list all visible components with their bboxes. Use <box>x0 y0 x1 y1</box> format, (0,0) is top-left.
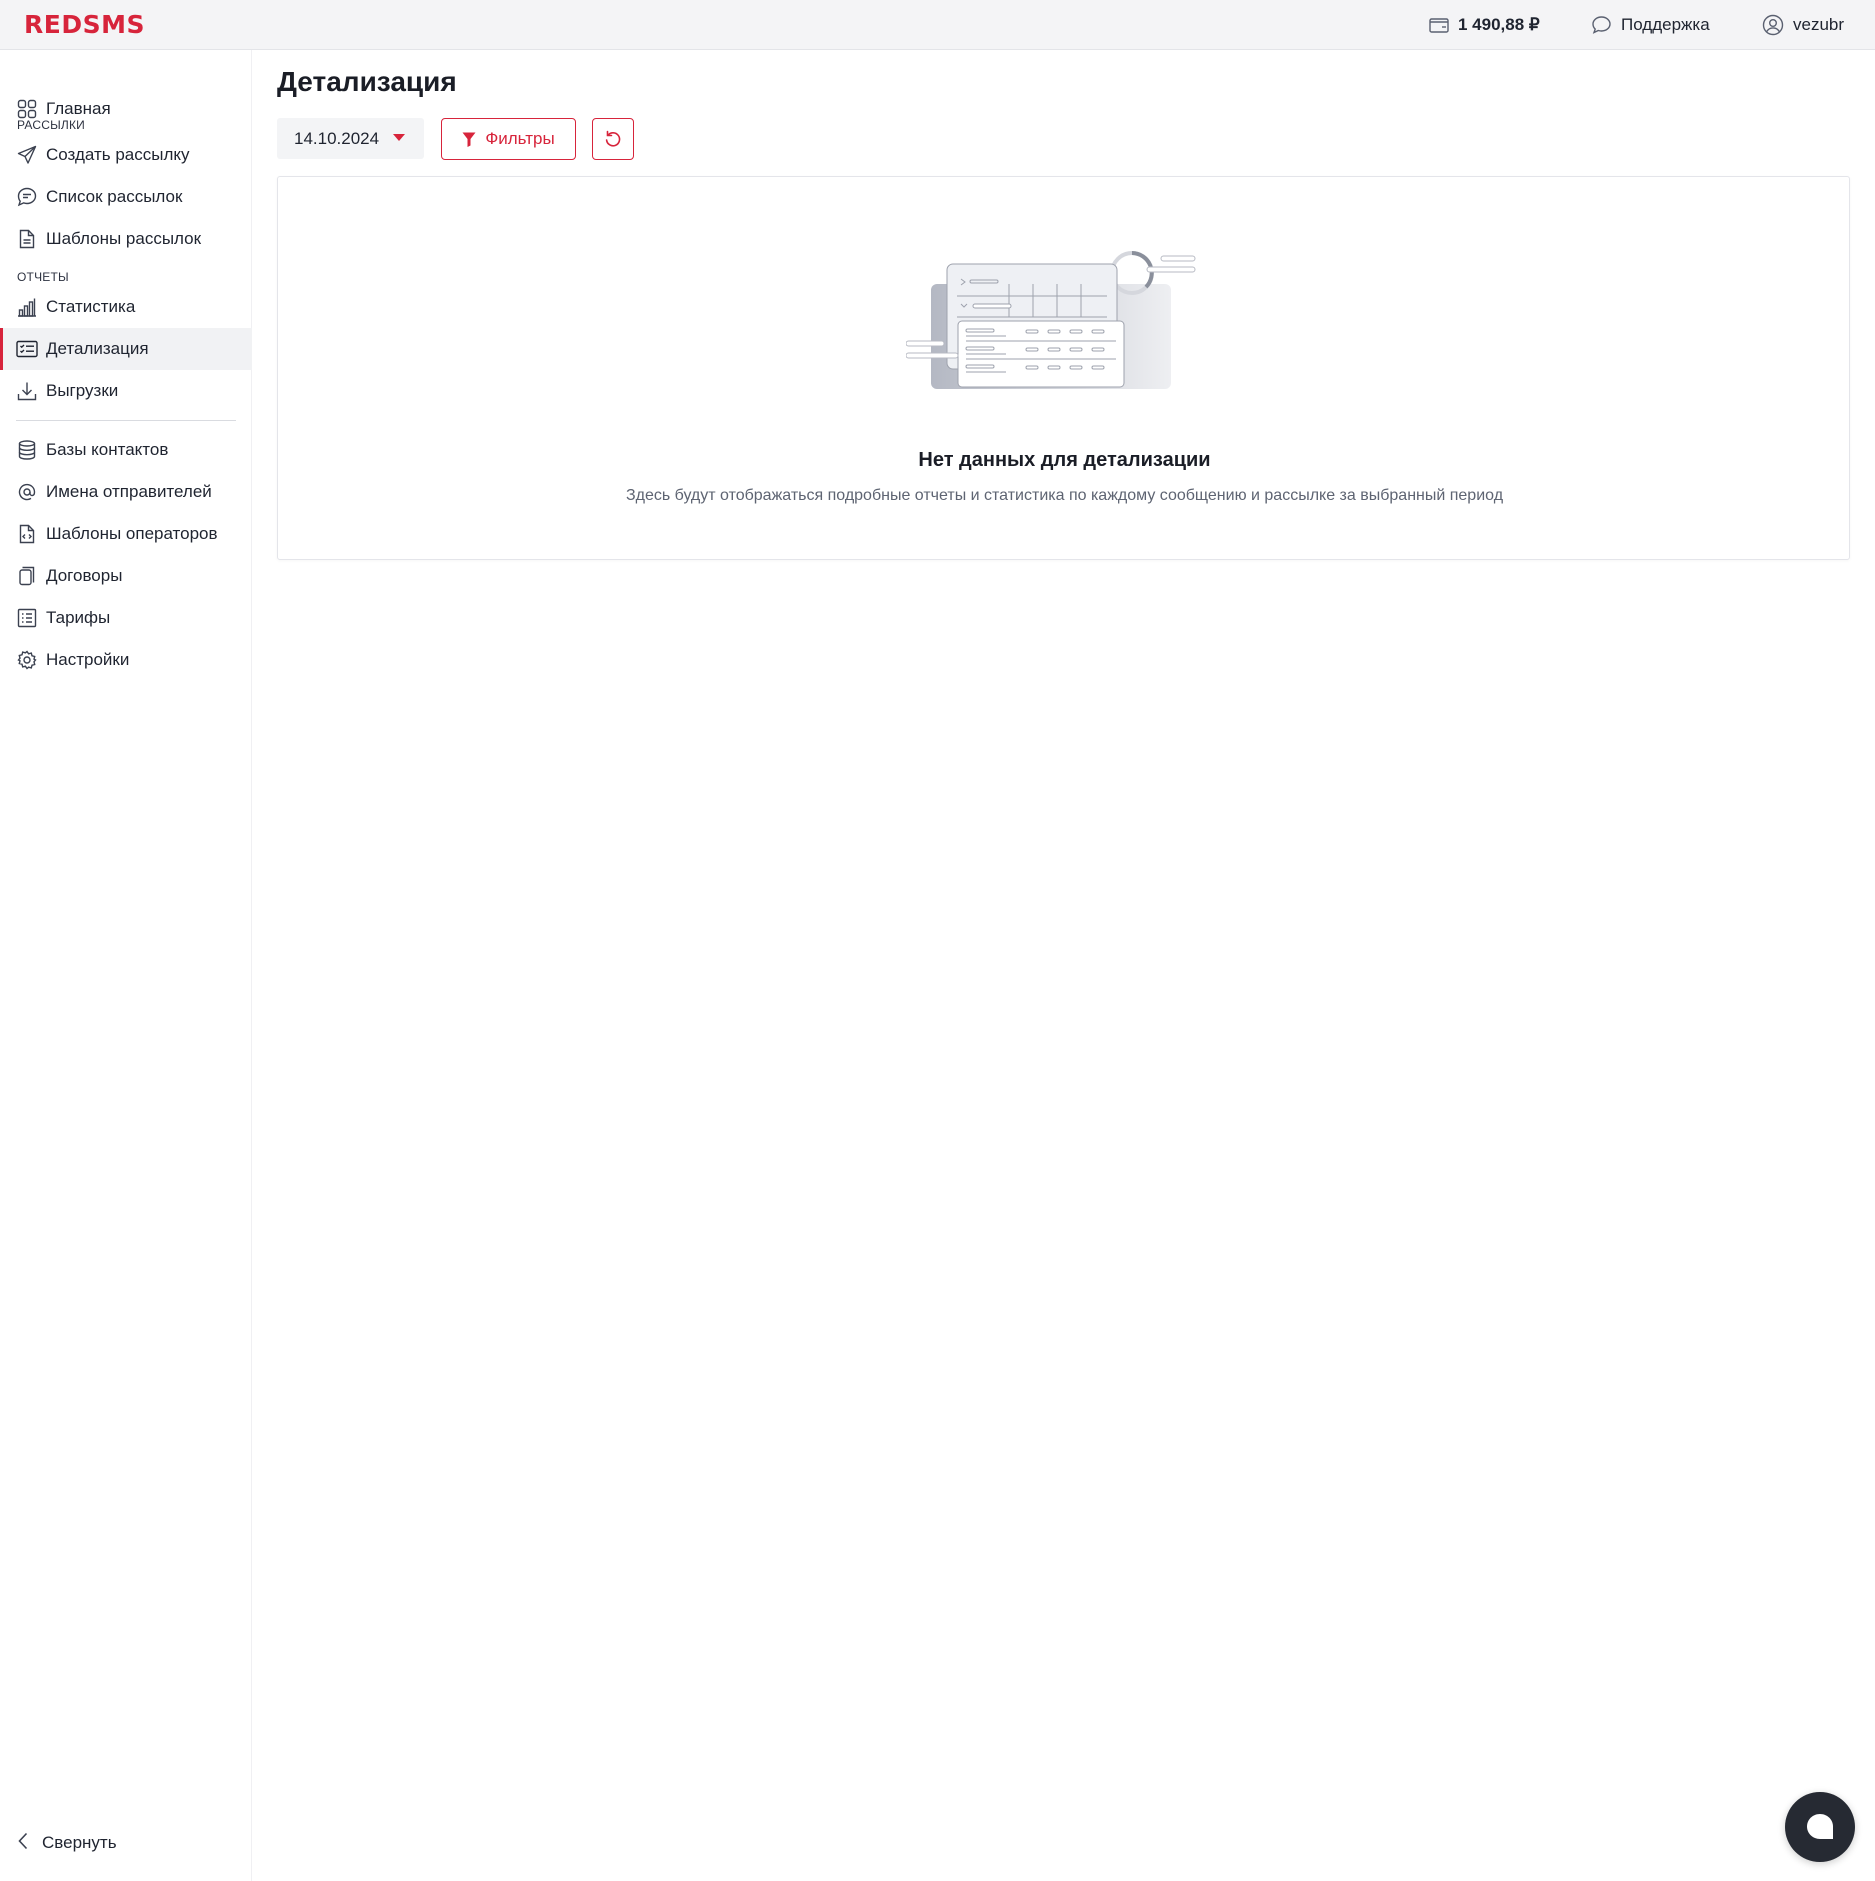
sidebar-item-label: Создать рассылку <box>46 145 190 164</box>
caret-down-icon <box>393 134 405 141</box>
filters-label: Фильтры <box>485 129 555 148</box>
sidebar-item-contact-bases[interactable]: Базы контактов <box>0 429 252 471</box>
chat-bubble-icon <box>1592 16 1611 34</box>
support-link[interactable]: Поддержка <box>1591 0 1710 50</box>
sidebar-item-details[interactable]: Детализация <box>0 328 252 370</box>
empty-table-illustration <box>906 251 1196 389</box>
user-circle-icon <box>1762 14 1784 36</box>
wallet-icon <box>1429 18 1449 33</box>
sidebar-item-statistics[interactable]: Статистика <box>0 286 252 328</box>
code-file-icon <box>16 523 38 545</box>
send-icon <box>16 144 38 166</box>
contract-icon <box>16 565 38 587</box>
download-icon <box>16 380 38 402</box>
sidebar-item-label: Тарифы <box>46 608 111 627</box>
sidebar-item-tariffs[interactable]: Тарифы <box>0 597 252 639</box>
database-icon <box>16 439 38 461</box>
page-title: Детализация <box>277 66 457 97</box>
sidebar-item-label: Шаблоны операторов <box>46 524 218 543</box>
sidebar-divider <box>16 420 236 421</box>
sidebar-item-label: Список рассылок <box>46 187 183 206</box>
empty-state-title: Нет данных для детализации <box>918 449 1211 471</box>
sidebar-item-label: Имена отправителей <box>46 482 212 501</box>
price-list-icon <box>16 607 38 629</box>
sidebar-item-contracts[interactable]: Договоры <box>0 555 252 597</box>
section-label-mailings: РАССЫЛКИ <box>17 118 85 132</box>
refresh-icon <box>605 130 621 147</box>
collapse-sidebar-button[interactable]: Свернуть <box>0 1823 252 1863</box>
sidebar-item-label: Выгрузки <box>46 381 119 400</box>
sidebar-item-label: Договоры <box>46 566 123 585</box>
balance-link[interactable]: 1 490,88 ₽ <box>1429 0 1540 50</box>
message-list-icon <box>16 186 38 208</box>
collapse-label: Свернуть <box>42 1833 117 1852</box>
filters-button[interactable]: Фильтры <box>441 118 576 160</box>
support-label: Поддержка <box>1621 15 1710 34</box>
username: vezubr <box>1793 15 1845 34</box>
bar-chart-icon <box>16 296 38 318</box>
sidebar-item-settings[interactable]: Настройки <box>0 639 252 681</box>
empty-state-card: Нет данных для детализации Здесь будут о… <box>277 176 1850 560</box>
filter-icon <box>462 132 476 147</box>
sidebar-item-label: Статистика <box>46 297 136 316</box>
chevron-left-icon <box>18 1832 28 1855</box>
sidebar-item-exports[interactable]: Выгрузки <box>0 370 252 412</box>
balance-value: 1 490,88 ₽ <box>1458 15 1540 34</box>
section-label-reports: ОТЧЕТЫ <box>17 270 69 284</box>
top-bar: REDSMS 1 490,88 ₽ Поддержка vezubr <box>0 0 1875 50</box>
sidebar-item-label: Шаблоны рассылок <box>46 229 202 248</box>
list-details-icon <box>16 338 38 360</box>
sidebar-item-mailing-list[interactable]: Список рассылок <box>0 176 252 218</box>
at-sign-icon <box>16 481 38 503</box>
grid-icon <box>16 98 38 120</box>
sidebar-item-label: Детализация <box>46 339 149 358</box>
live-chat-button[interactable] <box>1785 1792 1855 1862</box>
sidebar: Главная РАССЫЛКИ Создать рассылку Список… <box>0 50 252 1881</box>
sidebar-item-label: Главная <box>46 99 111 118</box>
document-icon <box>16 228 38 250</box>
gear-icon <box>16 649 38 671</box>
live-chat-icon <box>1807 1814 1833 1839</box>
sidebar-item-label: Базы контактов <box>46 440 169 459</box>
sidebar-item-mailing-templates[interactable]: Шаблоны рассылок <box>0 218 252 260</box>
empty-state-description: Здесь будут отображаться подробные отчет… <box>625 487 1504 504</box>
sidebar-item-label: Настройки <box>46 650 130 669</box>
sidebar-item-create-mailing[interactable]: Создать рассылку <box>0 134 252 176</box>
user-menu[interactable]: vezubr <box>1762 0 1844 50</box>
date-value: 14.10.2024 <box>294 128 380 148</box>
refresh-button[interactable] <box>592 118 634 160</box>
date-picker[interactable]: 14.10.2024 <box>277 118 424 159</box>
sidebar-item-sender-names[interactable]: Имена отправителей <box>0 471 252 513</box>
sidebar-item-operator-templates[interactable]: Шаблоны операторов <box>0 513 252 555</box>
logo[interactable]: REDSMS <box>24 10 145 40</box>
